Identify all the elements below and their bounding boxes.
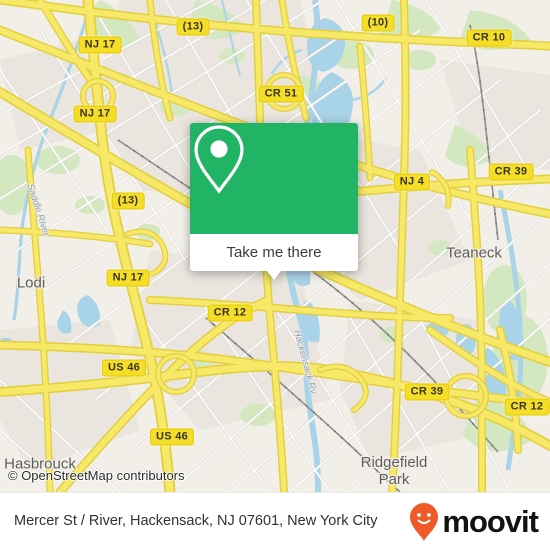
road-shield: US 46 [101, 359, 147, 377]
road-shield: NJ 4 [393, 173, 431, 191]
road-shield: NJ 17 [73, 105, 117, 123]
road-shield: (13) [111, 192, 145, 210]
moovit-pin-smiley-icon [410, 502, 439, 541]
location-popup-card[interactable]: Take me there [190, 123, 358, 280]
address-text: Mercer St / River, Hackensack, NJ 07601,… [14, 513, 378, 529]
map-pin-icon [194, 125, 244, 194]
road-shield: (13) [176, 18, 210, 36]
road-shield: NJ 17 [78, 36, 122, 54]
osm-attribution[interactable]: © OpenStreetMap contributors [0, 468, 185, 483]
road-shield: CR 10 [466, 29, 512, 47]
road-shield: CR 39 [404, 383, 450, 401]
road-shield: NJ 17 [106, 269, 150, 287]
place-label: Lodi [16, 274, 46, 292]
footer-bar: Mercer St / River, Hackensack, NJ 07601,… [0, 492, 550, 550]
popup-pointer [267, 271, 281, 280]
take-me-there-label: Take me there [226, 244, 322, 261]
moovit-brand[interactable]: moovit [409, 502, 550, 542]
take-me-there-button[interactable]: Take me there [190, 234, 358, 280]
popup-image-area [190, 123, 358, 234]
road-shield: US 46 [149, 428, 195, 446]
moovit-wordmark: moovit [442, 504, 539, 539]
map-canvas[interactable]: NJ 17 (13) (10) CR 10 NJ 17 CR 51 (13) NJ 4 CR 3… [0, 0, 550, 492]
road-shield: CR 12 [207, 304, 253, 322]
place-label: Ridgefield Park [360, 454, 428, 488]
road-shield: CR 51 [258, 85, 304, 103]
map-screenshot: NJ 17 (13) (10) CR 10 NJ 17 CR 51 (13) NJ 4 CR 3… [0, 0, 550, 550]
road-shield: CR 39 [488, 163, 534, 181]
place-label: Teaneck [446, 244, 502, 262]
road-shield: (10) [361, 14, 395, 32]
road-shield: CR 12 [504, 398, 550, 416]
